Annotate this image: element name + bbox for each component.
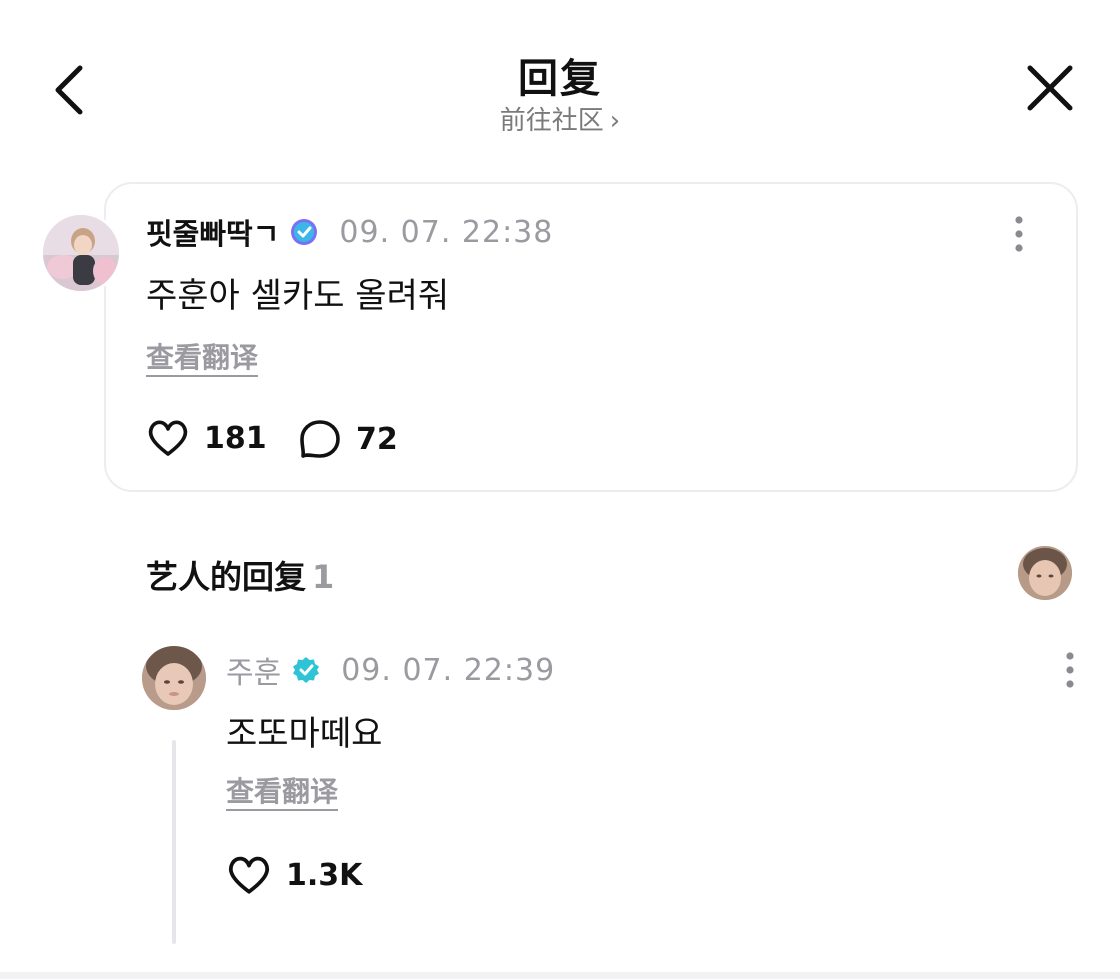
header: 回复 前往社区 › — [0, 0, 1120, 160]
close-icon — [1027, 65, 1073, 111]
page-title: 回复 — [518, 56, 602, 102]
reply-avatar[interactable] — [142, 646, 206, 710]
post-header: 핏줄빠딱ㄱ 09. 07. 22:38 — [146, 212, 553, 252]
comment-bubble-icon — [300, 420, 340, 458]
bottom-divider — [0, 972, 1120, 979]
post-comment-count: 72 — [356, 421, 398, 457]
reply-header: 주훈 09. 07. 22:39 — [226, 648, 556, 692]
avatar-image — [142, 646, 206, 710]
reply-text: 조또마떼요 — [226, 714, 383, 754]
avatar-image — [1018, 546, 1072, 600]
community-link-label: 前往社区 — [499, 106, 604, 136]
reply-like-count: 1.3K — [286, 857, 363, 893]
close-button[interactable] — [1018, 56, 1082, 120]
user-avatar[interactable] — [40, 212, 122, 294]
artist-replies-heading: 艺人的回复 1 — [146, 552, 334, 598]
avatar-image — [43, 215, 119, 291]
post-text: 주훈아 셀카도 올려줘 — [146, 276, 450, 316]
post-comment-button[interactable]: 72 — [298, 418, 398, 460]
reply-like-button[interactable]: 1.3K — [226, 854, 362, 896]
artist-avatar-small[interactable] — [1018, 546, 1072, 600]
more-vertical-icon — [1015, 216, 1023, 252]
verified-badge-icon — [293, 657, 320, 683]
artist-replies-count: 1 — [312, 558, 335, 596]
post-like-button[interactable]: 181 — [146, 418, 267, 458]
post-timestamp: 09. 07. 22:38 — [339, 214, 554, 250]
reply-timestamp: 09. 07. 22:39 — [341, 652, 556, 688]
reply-username[interactable]: 주훈 — [226, 648, 281, 692]
post-like-count: 181 — [204, 420, 267, 456]
chevron-right-icon: › — [609, 106, 621, 136]
post-translate-link[interactable]: 查看翻译 — [146, 336, 258, 376]
post-more-button[interactable] — [1009, 214, 1029, 254]
artist-replies-title: 艺人的回复 — [146, 558, 307, 596]
reply-translate-link[interactable]: 查看翻译 — [226, 770, 338, 810]
reply-more-button[interactable] — [1060, 650, 1080, 690]
go-to-community-link[interactable]: 前往社区 › — [0, 100, 1120, 137]
post-username[interactable]: 핏줄빠딱ㄱ — [146, 211, 279, 253]
verified-badge-icon — [291, 219, 318, 245]
heart-icon — [228, 856, 270, 894]
reply-thread-line — [172, 740, 176, 944]
heart-icon — [148, 420, 188, 456]
more-vertical-icon — [1066, 652, 1074, 688]
